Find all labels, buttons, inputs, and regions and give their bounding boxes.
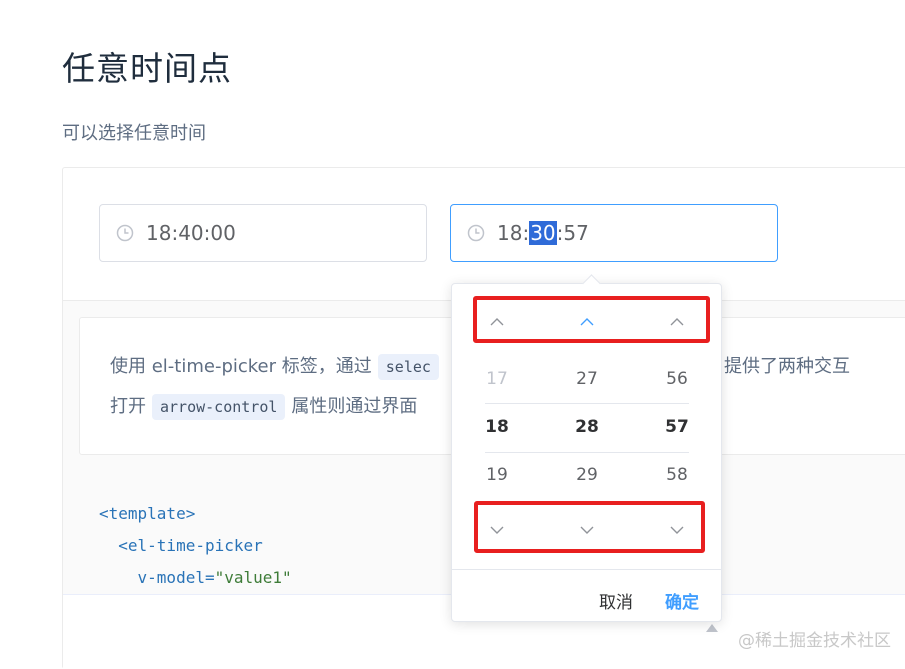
demo-source: 18:40:00 18:30:57 bbox=[63, 168, 905, 301]
spinner-item[interactable]: 56 bbox=[632, 369, 722, 389]
spinner-item[interactable]: 17 bbox=[452, 369, 542, 389]
time-value: 18:30:57 bbox=[497, 221, 589, 245]
code-line: <el-time-picker bbox=[99, 536, 263, 555]
time-picker-input-2[interactable]: 18:30:57 bbox=[450, 204, 778, 262]
spinner-item-active[interactable]: 57 bbox=[632, 417, 722, 437]
spinner-item[interactable]: 27 bbox=[542, 369, 632, 389]
spinner-item[interactable]: 19 bbox=[452, 465, 542, 485]
watermark: @稀土掘金技术社区 bbox=[738, 631, 891, 651]
meta-text: 使用 el-time-picker 标签，通过 bbox=[110, 356, 372, 377]
code-attr: v-model= bbox=[99, 568, 215, 587]
cancel-button[interactable]: 取消 bbox=[599, 588, 633, 613]
caret-up-icon[interactable] bbox=[706, 624, 718, 632]
spinner-item-active[interactable]: 18 bbox=[452, 417, 542, 437]
time-value: 18:40:00 bbox=[146, 221, 236, 245]
code-line: <template> bbox=[99, 504, 196, 523]
spinner-item-active[interactable]: 28 bbox=[542, 417, 632, 437]
clock-icon bbox=[116, 224, 134, 242]
meta-line-2: 打开 arrow-control 属性则通过界面 bbox=[110, 392, 417, 420]
time-value-hours: 18: bbox=[497, 221, 530, 245]
highlight-box-up-arrows bbox=[473, 296, 710, 343]
page-title: 任意时间点 bbox=[62, 49, 232, 88]
confirm-button[interactable]: 确定 bbox=[665, 588, 699, 613]
meta-text: 打开 bbox=[110, 396, 146, 417]
inline-code: selec bbox=[377, 354, 439, 380]
spinner-item[interactable]: 58 bbox=[632, 465, 722, 485]
dropdown-footer: 取消 确定 bbox=[452, 569, 721, 624]
meta-line-1: 使用 el-time-picker 标签，通过 selec 围。提供了两种交互 bbox=[110, 352, 850, 380]
meta-text: 属性则通过界面 bbox=[291, 396, 418, 417]
time-picker-input-1[interactable]: 18:40:00 bbox=[99, 204, 427, 262]
clock-icon bbox=[467, 224, 485, 242]
time-spinner-dropdown: 17 18 19 27 28 29 56 57 58 取消 确定 bbox=[451, 274, 722, 624]
code-line: v-model="value1" bbox=[99, 568, 292, 587]
spinner-item[interactable]: 29 bbox=[542, 465, 632, 485]
code-string: "value1" bbox=[214, 568, 292, 587]
highlight-box-down-arrows bbox=[474, 501, 705, 553]
time-value-selected-minutes: 30 bbox=[529, 221, 557, 245]
time-value-seconds: :57 bbox=[556, 221, 589, 245]
inline-code: arrow-control bbox=[152, 394, 286, 420]
section-description: 可以选择任意时间 bbox=[62, 123, 206, 144]
